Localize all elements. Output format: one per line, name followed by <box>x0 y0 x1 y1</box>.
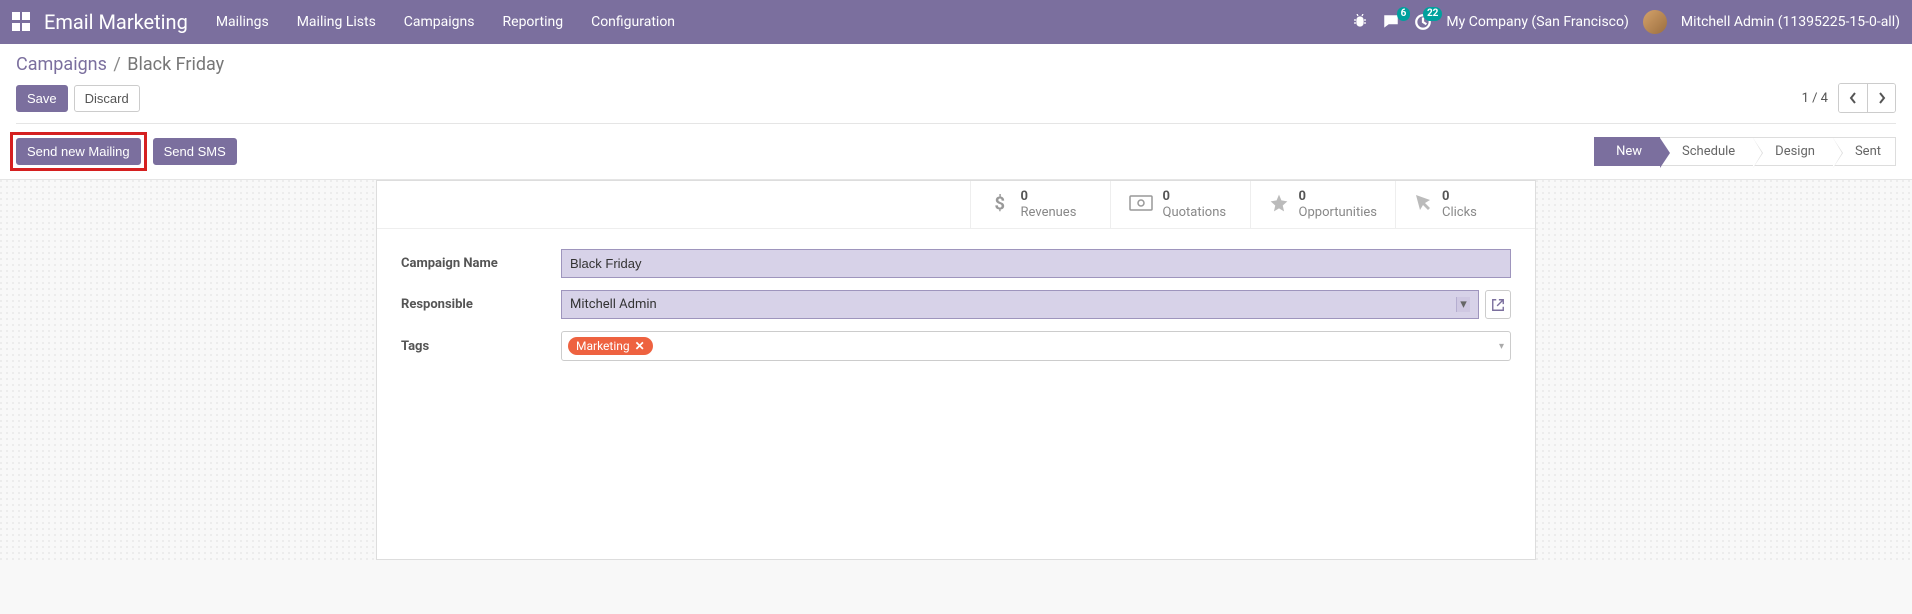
money-icon <box>1129 195 1153 215</box>
stat-revenues-count: 0 <box>1021 189 1077 205</box>
stat-opportunities-label: Opportunities <box>1299 205 1377 221</box>
stat-opportunities-count: 0 <box>1299 189 1377 205</box>
breadcrumb-current: Black Friday <box>127 54 224 75</box>
responsible-input[interactable]: Mitchell Admin ▾ <box>561 290 1479 319</box>
nav-configuration[interactable]: Configuration <box>591 14 675 30</box>
edit-buttons: Save Discard <box>16 85 140 112</box>
discard-button[interactable]: Discard <box>74 85 140 112</box>
responsible-value: Mitchell Admin <box>570 297 657 312</box>
messaging-icon[interactable]: 6 <box>1382 13 1400 31</box>
breadcrumb: Campaigns / Black Friday <box>16 54 1896 75</box>
external-link-icon <box>1491 298 1505 312</box>
control-panel: Campaigns / Black Friday Save Discard 1 … <box>0 44 1912 180</box>
tag-remove-icon[interactable]: ✕ <box>635 339 645 353</box>
company-selector[interactable]: My Company (San Francisco) <box>1446 14 1628 30</box>
stat-clicks[interactable]: 0 Clicks <box>1395 181 1535 228</box>
dollar-icon: $ <box>989 192 1011 218</box>
status-stages: New Schedule Design Sent <box>1594 137 1896 166</box>
stat-revenues-label: Revenues <box>1021 205 1077 221</box>
form-body: Campaign Name Responsible Mitchell Admin… <box>377 229 1535 393</box>
tags-input[interactable]: Marketing ✕ ▾ <box>561 331 1511 361</box>
send-new-mailing-button[interactable]: Send new Mailing <box>16 138 141 165</box>
chevron-left-icon <box>1849 92 1857 104</box>
dropdown-caret-icon: ▾ <box>1499 341 1504 352</box>
tag-marketing: Marketing ✕ <box>568 337 653 355</box>
pager-next[interactable] <box>1867 84 1895 112</box>
nav-mailing-lists[interactable]: Mailing Lists <box>297 14 376 30</box>
send-sms-button[interactable]: Send SMS <box>153 138 237 165</box>
stat-quotations-count: 0 <box>1163 189 1227 205</box>
stat-opportunities[interactable]: 0 Opportunities <box>1250 181 1395 228</box>
activities-badge: 22 <box>1423 7 1442 21</box>
responsible-label: Responsible <box>401 297 561 312</box>
top-nav: Email Marketing Mailings Mailing Lists C… <box>0 0 1912 44</box>
star-icon <box>1269 193 1289 217</box>
campaign-name-label: Campaign Name <box>401 256 561 271</box>
form-background: $ 0 Revenues 0 Quotations <box>0 180 1912 560</box>
pager-text: 1 / 4 <box>1802 91 1828 106</box>
breadcrumb-parent[interactable]: Campaigns <box>16 54 107 75</box>
tag-label: Marketing <box>576 339 630 353</box>
stage-schedule[interactable]: Schedule <box>1660 137 1753 166</box>
stage-new[interactable]: New <box>1594 137 1660 166</box>
chevron-right-icon <box>1878 92 1886 104</box>
app-title: Email Marketing <box>44 10 188 34</box>
dropdown-caret-icon: ▾ <box>1456 297 1470 312</box>
stat-quotations[interactable]: 0 Quotations <box>1110 181 1250 228</box>
nav-campaigns[interactable]: Campaigns <box>404 14 475 30</box>
nav-right: 6 22 My Company (San Francisco) Mitchell… <box>1352 10 1900 34</box>
responsible-external-link[interactable] <box>1485 290 1511 319</box>
stat-buttons: $ 0 Revenues 0 Quotations <box>377 181 1535 229</box>
svg-text:$: $ <box>994 193 1005 214</box>
nav-reporting[interactable]: Reporting <box>503 14 564 30</box>
nav-mailings[interactable]: Mailings <box>216 14 269 30</box>
form-sheet: $ 0 Revenues 0 Quotations <box>376 180 1536 560</box>
cursor-icon <box>1414 193 1432 217</box>
pager: 1 / 4 <box>1802 83 1896 113</box>
campaign-name-input[interactable] <box>561 249 1511 278</box>
debug-icon[interactable] <box>1352 14 1368 30</box>
stat-clicks-label: Clicks <box>1442 205 1477 221</box>
user-avatar[interactable] <box>1643 10 1667 34</box>
stage-design[interactable]: Design <box>1753 137 1833 166</box>
nav-items: Mailings Mailing Lists Campaigns Reporti… <box>216 14 675 30</box>
activities-icon[interactable]: 22 <box>1414 13 1432 31</box>
stat-revenues[interactable]: $ 0 Revenues <box>970 181 1110 228</box>
save-button[interactable]: Save <box>16 85 68 112</box>
tags-label: Tags <box>401 339 561 354</box>
stat-quotations-label: Quotations <box>1163 205 1227 221</box>
stat-clicks-count: 0 <box>1442 189 1477 205</box>
highlight-send-mailing: Send new Mailing <box>10 132 147 171</box>
pager-prev[interactable] <box>1839 84 1867 112</box>
messaging-badge: 6 <box>1397 7 1411 21</box>
user-menu[interactable]: Mitchell Admin (11395225-15-0-all) <box>1681 14 1900 30</box>
apps-icon[interactable] <box>12 12 32 32</box>
